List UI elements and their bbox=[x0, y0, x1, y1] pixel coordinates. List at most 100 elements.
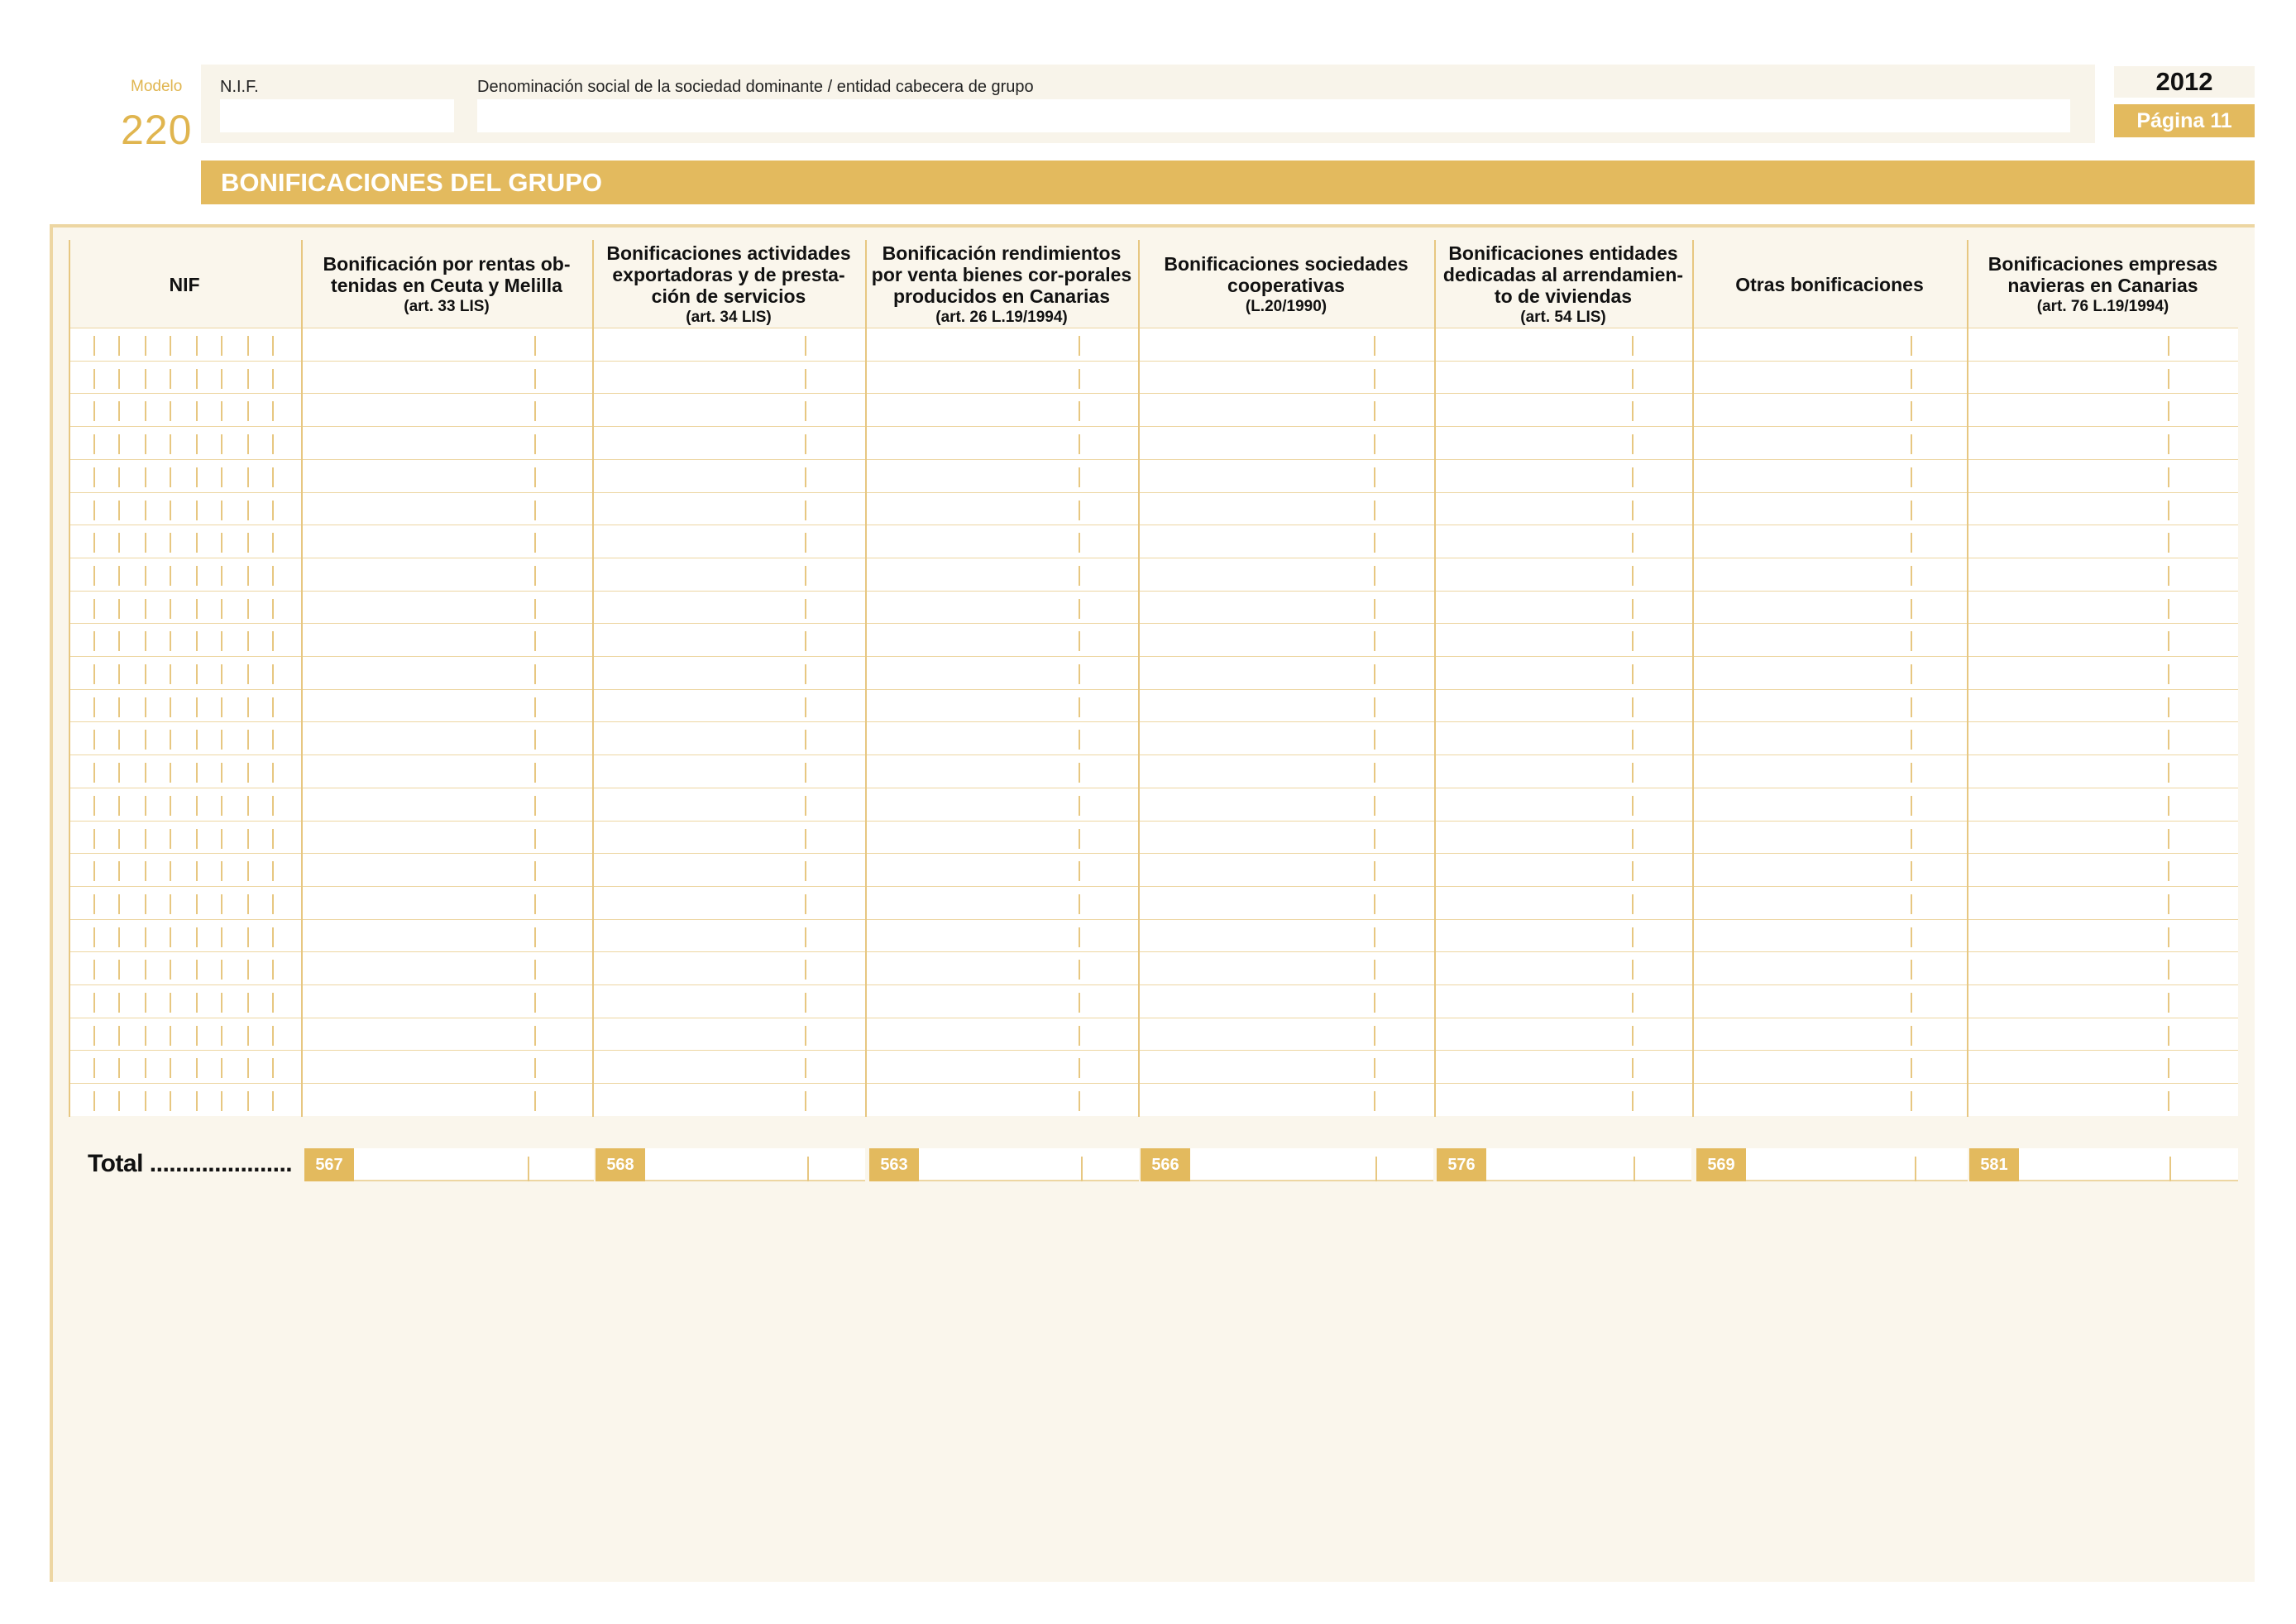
table-row[interactable] bbox=[69, 590, 2238, 624]
table-row[interactable] bbox=[69, 918, 2238, 952]
table-row[interactable] bbox=[69, 426, 2238, 460]
digit-separator bbox=[1632, 336, 1634, 356]
table-row[interactable] bbox=[69, 755, 2238, 788]
total-field-cooperativas[interactable]: 566 bbox=[1141, 1148, 1433, 1181]
digit-separator bbox=[170, 927, 171, 947]
digit-separator bbox=[272, 763, 274, 783]
digit-separator bbox=[805, 893, 806, 914]
digit-separator bbox=[93, 993, 95, 1013]
table-row[interactable] bbox=[69, 1050, 2238, 1084]
digit-separator bbox=[221, 993, 222, 1013]
digit-separator bbox=[145, 763, 146, 783]
header-cooperativas: Bonificaciones sociedades cooperativas (… bbox=[1139, 240, 1433, 329]
digit-separator bbox=[221, 533, 222, 553]
digit-separator bbox=[272, 533, 274, 553]
digit-separator bbox=[1911, 631, 1912, 652]
table-row[interactable] bbox=[69, 688, 2238, 722]
page-badge: Página 11 bbox=[2114, 104, 2255, 137]
table-row[interactable] bbox=[69, 491, 2238, 525]
digit-separator bbox=[272, 795, 274, 816]
digit-separator bbox=[196, 697, 198, 717]
digit-separator bbox=[247, 533, 249, 553]
table-row[interactable] bbox=[69, 1083, 2238, 1117]
total-field-exportadoras[interactable]: 568 bbox=[596, 1148, 865, 1181]
digit-separator bbox=[1632, 1091, 1634, 1112]
digit-separator bbox=[2168, 1091, 2169, 1112]
digit-separator bbox=[1911, 533, 1912, 553]
digit-separator bbox=[2168, 893, 2169, 914]
digit-separator bbox=[1079, 598, 1080, 619]
denominacion-label: Denominación social de la sociedad domin… bbox=[477, 78, 1034, 96]
digit-separator bbox=[145, 1025, 146, 1046]
digit-separator bbox=[1374, 467, 1375, 487]
digit-separator bbox=[221, 1025, 222, 1046]
digit-separator bbox=[1632, 533, 1634, 553]
total-field-ceuta-melilla[interactable]: 567 bbox=[304, 1148, 594, 1181]
digit-separator bbox=[805, 467, 806, 487]
digit-separator bbox=[221, 730, 222, 750]
digit-separator bbox=[1079, 828, 1080, 849]
digit-separator bbox=[1079, 434, 1080, 455]
digit-separator bbox=[93, 730, 95, 750]
digit-separator bbox=[247, 598, 249, 619]
digit-separator bbox=[272, 336, 274, 356]
digit-separator bbox=[145, 598, 146, 619]
digit-separator bbox=[118, 1025, 120, 1046]
digit-separator bbox=[805, 565, 806, 586]
table-row[interactable] bbox=[69, 721, 2238, 755]
digit-separator bbox=[2168, 828, 2169, 849]
table-row[interactable] bbox=[69, 820, 2238, 854]
total-field-canarias-rendimientos[interactable]: 563 bbox=[869, 1148, 1139, 1181]
digit-separator bbox=[1911, 565, 1912, 586]
digit-separator bbox=[93, 960, 95, 980]
digit-separator bbox=[1079, 697, 1080, 717]
denominacion-field[interactable] bbox=[477, 99, 2070, 132]
decimal-separator bbox=[1375, 1157, 1377, 1181]
table-row[interactable] bbox=[69, 984, 2238, 1018]
column-divider bbox=[301, 240, 303, 1117]
digit-separator bbox=[247, 467, 249, 487]
table-row[interactable] bbox=[69, 951, 2238, 985]
total-field-otras[interactable]: 569 bbox=[1696, 1148, 1968, 1181]
table-row[interactable] bbox=[69, 623, 2238, 657]
digit-separator bbox=[1632, 1025, 1634, 1046]
digit-separator bbox=[93, 763, 95, 783]
total-code-badge: 563 bbox=[869, 1148, 919, 1181]
table-row[interactable] bbox=[69, 458, 2238, 492]
digit-separator bbox=[1911, 697, 1912, 717]
table-row[interactable] bbox=[69, 885, 2238, 919]
table-row[interactable] bbox=[69, 853, 2238, 887]
digit-separator bbox=[2168, 730, 2169, 750]
table-row[interactable] bbox=[69, 787, 2238, 821]
digit-separator bbox=[1632, 565, 1634, 586]
digit-separator bbox=[1079, 960, 1080, 980]
table-row[interactable] bbox=[69, 656, 2238, 689]
digit-separator bbox=[534, 336, 536, 356]
digit-separator bbox=[1632, 960, 1634, 980]
digit-separator bbox=[145, 368, 146, 389]
digit-separator bbox=[1632, 631, 1634, 652]
digit-separator bbox=[805, 763, 806, 783]
digit-separator bbox=[1911, 434, 1912, 455]
table-row[interactable] bbox=[69, 328, 2238, 361]
digit-separator bbox=[1911, 1058, 1912, 1079]
digit-separator bbox=[145, 336, 146, 356]
table-row[interactable] bbox=[69, 557, 2238, 591]
total-field-arrendamiento[interactable]: 576 bbox=[1437, 1148, 1691, 1181]
digit-separator bbox=[247, 861, 249, 882]
digit-separator bbox=[1632, 401, 1634, 422]
total-field-navieras[interactable]: 581 bbox=[1969, 1148, 2238, 1181]
table-row[interactable] bbox=[69, 1017, 2238, 1051]
nif-field[interactable] bbox=[220, 99, 454, 132]
digit-separator bbox=[2168, 434, 2169, 455]
digit-separator bbox=[247, 697, 249, 717]
table-row[interactable] bbox=[69, 393, 2238, 427]
digit-separator bbox=[118, 368, 120, 389]
digit-separator bbox=[1911, 368, 1912, 389]
digit-separator bbox=[196, 467, 198, 487]
digit-separator bbox=[1632, 434, 1634, 455]
table-row[interactable] bbox=[69, 360, 2238, 394]
table-row[interactable] bbox=[69, 525, 2238, 558]
digit-separator bbox=[1079, 368, 1080, 389]
digit-separator bbox=[805, 401, 806, 422]
